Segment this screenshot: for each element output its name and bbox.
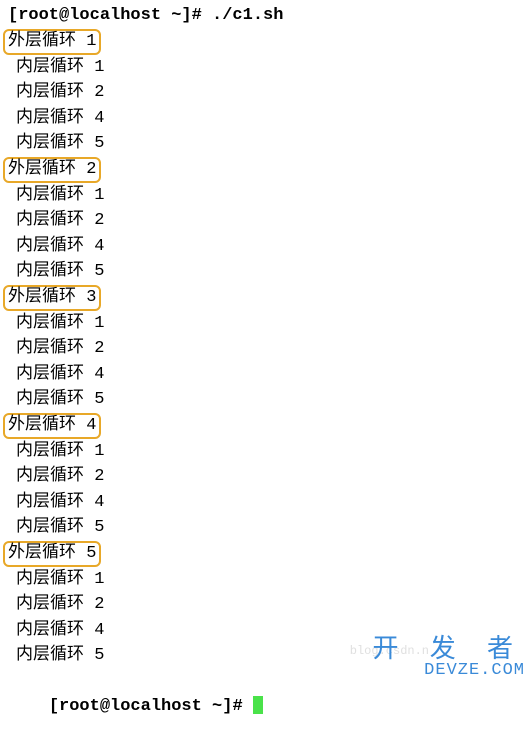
prompt-command-line: [root@localhost ~]# ./c1.sh — [8, 3, 521, 29]
inner-loop-line: 内层循环 5 — [8, 259, 521, 285]
inner-loop-line: 内层循环 2 — [8, 80, 521, 106]
prompt-text: [root@localhost ~]# — [49, 697, 253, 716]
inner-loop-line: 内层循环 4 — [8, 490, 521, 516]
inner-loop-line: 内层循环 1 — [8, 567, 521, 593]
inner-loop-line: 内层循环 2 — [8, 592, 521, 618]
inner-loop-line: 内层循环 4 — [8, 234, 521, 260]
cursor-icon — [253, 696, 263, 714]
outer-loop-highlight: 外层循环 1 — [3, 29, 101, 55]
outer-loop-line: 外层循环 1 — [8, 29, 521, 55]
inner-loop-line: 内层循环 4 — [8, 362, 521, 388]
inner-loop-line: 内层循环 2 — [8, 336, 521, 362]
outer-loop-highlight: 外层循环 2 — [3, 157, 101, 183]
inner-loop-line: 内层循环 5 — [8, 131, 521, 157]
inner-loop-line: 内层循环 1 — [8, 311, 521, 337]
inner-loop-line: 内层循环 4 — [8, 618, 521, 644]
inner-loop-line: 内层循环 1 — [8, 183, 521, 209]
output-container: 外层循环 1内层循环 1内层循环 2内层循环 4内层循环 5外层循环 2内层循环… — [8, 29, 521, 669]
outer-loop-line: 外层循环 4 — [8, 413, 521, 439]
outer-loop-highlight: 外层循环 4 — [3, 413, 101, 439]
outer-loop-highlight: 外层循环 5 — [3, 541, 101, 567]
inner-loop-line: 内层循环 2 — [8, 464, 521, 490]
inner-loop-line: 内层循环 2 — [8, 208, 521, 234]
inner-loop-line: 内层循环 1 — [8, 439, 521, 465]
prompt-end-line[interactable]: [root@localhost ~]# — [8, 669, 521, 746]
outer-loop-line: 外层循环 3 — [8, 285, 521, 311]
inner-loop-line: 内层循环 5 — [8, 387, 521, 413]
outer-loop-highlight: 外层循环 3 — [3, 285, 101, 311]
inner-loop-line: 内层循环 1 — [8, 55, 521, 81]
inner-loop-line: 内层循环 5 — [8, 643, 521, 669]
outer-loop-line: 外层循环 2 — [8, 157, 521, 183]
inner-loop-line: 内层循环 5 — [8, 515, 521, 541]
terminal-output: [root@localhost ~]# ./c1.sh 外层循环 1内层循环 1… — [0, 0, 529, 748]
inner-loop-line: 内层循环 4 — [8, 106, 521, 132]
outer-loop-line: 外层循环 5 — [8, 541, 521, 567]
